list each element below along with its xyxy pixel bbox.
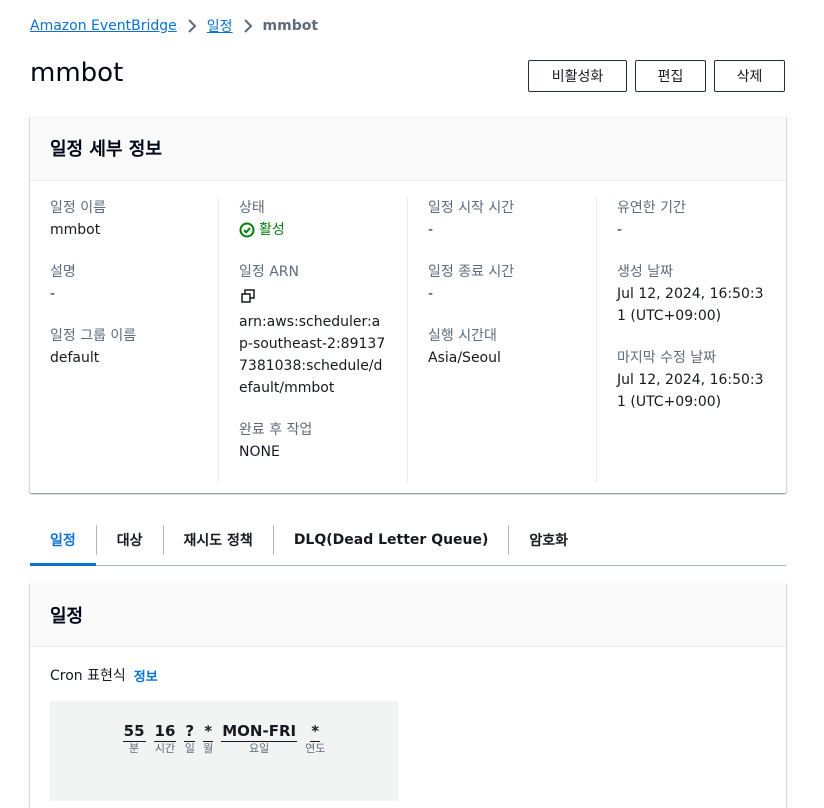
- tab-encryption[interactable]: 암호화: [509, 515, 588, 565]
- cron-day-of-week: MON-FRI 요일: [221, 721, 298, 801]
- cron-unit: 시간: [154, 742, 176, 755]
- breadcrumb-schedules-link[interactable]: 일정: [207, 16, 233, 36]
- cron-unit: 연도: [305, 742, 326, 755]
- cron-value: *: [203, 722, 214, 742]
- flex-window-field: 유연한 기간 -: [617, 197, 766, 241]
- field-label: 상태: [239, 200, 265, 216]
- info-link[interactable]: 정보: [134, 666, 158, 685]
- field-value: Jul 12, 2024, 16:50:31 (UTC+09:00): [617, 372, 764, 410]
- chevron-right-icon: [243, 19, 253, 33]
- timezone-field: 실행 시간대 Asia/Seoul: [428, 325, 576, 369]
- cron-expression-display: 55 분 16 시간 ? 일 * 월 MON-FRI 요일 * 연도: [50, 701, 398, 801]
- field-value: -: [50, 286, 56, 302]
- cron-month: * 월: [203, 721, 213, 801]
- schedule-name-field: 일정 이름 mmbot: [50, 197, 198, 241]
- created-field: 생성 날짜 Jul 12, 2024, 16:50:31 (UTC+09:00): [617, 261, 766, 327]
- field-value: -: [428, 286, 434, 302]
- field-label: 생성 날짜: [617, 264, 673, 280]
- tab-list: 일정 대상 재시도 정책 DLQ(Dead Letter Queue) 암호화: [30, 515, 786, 566]
- cron-label-text: Cron 표현식: [50, 668, 126, 684]
- cron-value: ?: [184, 722, 196, 742]
- breadcrumb-eventbridge-link[interactable]: Amazon EventBridge: [30, 18, 177, 34]
- cron-day-of-month: ? 일: [184, 721, 196, 801]
- schedule-details-panel: 일정 세부 정보 일정 이름 mmbot 설명 - 일정 그룹 이름 defau…: [30, 116, 786, 493]
- cron-year: * 연도: [305, 721, 325, 801]
- panel-header: 일정 세부 정보: [30, 116, 786, 181]
- details-column-4: 유연한 기간 - 생성 날짜 Jul 12, 2024, 16:50:31 (U…: [597, 197, 786, 483]
- after-completion-field: 완료 후 작업 NONE: [239, 419, 387, 463]
- field-label: 설명: [50, 264, 76, 280]
- cron-unit: 분: [129, 742, 140, 755]
- description-field: 설명 -: [50, 261, 198, 305]
- field-label: 마지막 수정 날짜: [617, 350, 717, 366]
- field-label: 유연한 기간: [617, 200, 686, 216]
- arn-field: 일정 ARN arn:aws:scheduler:ap-southeast-2:…: [239, 261, 387, 399]
- field-value: mmbot: [50, 222, 101, 238]
- field-value: -: [428, 222, 434, 238]
- chevron-right-icon: [187, 19, 197, 33]
- edit-button[interactable]: 편집: [635, 60, 706, 92]
- details-column-1: 일정 이름 mmbot 설명 - 일정 그룹 이름 default: [30, 197, 219, 483]
- field-value: default: [50, 350, 100, 366]
- group-field: 일정 그룹 이름 default: [50, 325, 198, 369]
- schedule-body: Cron 표현식 정보 55 분 16 시간 ? 일 * 월 MON-FRI 요…: [30, 647, 786, 808]
- start-time-field: 일정 시작 시간 -: [428, 197, 576, 241]
- field-value: NONE: [239, 444, 280, 460]
- tab-retry-policy[interactable]: 재시도 정책: [164, 515, 273, 565]
- header-actions: 비활성화 편집 삭제: [528, 60, 785, 92]
- check-circle-icon: [239, 222, 255, 238]
- field-label: 일정 시작 시간: [428, 200, 515, 216]
- copy-icon[interactable]: [241, 289, 255, 307]
- cron-unit: 월: [203, 742, 214, 755]
- cron-value: *: [310, 722, 321, 742]
- field-label: 일정 종료 시간: [428, 264, 515, 280]
- field-label: 일정 그룹 이름: [50, 328, 137, 344]
- field-label: 일정 ARN: [239, 264, 299, 280]
- cron-value: 55: [122, 722, 146, 742]
- panel-title: 일정 세부 정보: [50, 139, 162, 160]
- field-label: 완료 후 작업: [239, 422, 313, 438]
- field-value: -: [617, 222, 623, 238]
- field-label: 일정 이름: [50, 200, 106, 216]
- details-column-2: 상태 활성 일정 ARN arn:aws:scheduler:ap-southe…: [219, 197, 408, 483]
- tab-target[interactable]: 대상: [97, 515, 163, 565]
- cron-unit: 일: [184, 742, 195, 755]
- modified-field: 마지막 수정 날짜 Jul 12, 2024, 16:50:31 (UTC+09…: [617, 347, 766, 413]
- panel-title: 일정: [50, 605, 84, 627]
- cron-unit: 요일: [249, 742, 270, 755]
- cron-value: MON-FRI: [221, 722, 298, 742]
- field-label: 실행 시간대: [428, 328, 497, 344]
- breadcrumb-current: mmbot: [262, 18, 319, 34]
- cron-minutes: 55 분: [122, 721, 146, 801]
- deactivate-button[interactable]: 비활성화: [528, 60, 627, 92]
- details-grid: 일정 이름 mmbot 설명 - 일정 그룹 이름 default 상태 활성: [30, 181, 786, 503]
- tab-dlq[interactable]: DLQ(Dead Letter Queue): [274, 515, 509, 565]
- delete-button[interactable]: 삭제: [714, 60, 785, 92]
- page-title: mmbot: [30, 58, 124, 88]
- details-column-3: 일정 시작 시간 - 일정 종료 시간 - 실행 시간대 Asia/Seoul: [408, 197, 597, 483]
- schedule-panel: 일정 Cron 표현식 정보 55 분 16 시간 ? 일 * 월 MON-FR…: [30, 583, 786, 808]
- tab-schedule[interactable]: 일정: [30, 515, 96, 566]
- panel-header: 일정: [30, 583, 786, 647]
- end-time-field: 일정 종료 시간 -: [428, 261, 576, 305]
- status-text: 활성: [259, 222, 285, 238]
- field-value: Asia/Seoul: [428, 350, 501, 366]
- status-badge: 활성: [239, 219, 387, 241]
- field-value: arn:aws:scheduler:ap-southeast-2:8913773…: [239, 314, 386, 396]
- breadcrumb: Amazon EventBridge 일정 mmbot: [30, 16, 318, 36]
- field-value: Jul 12, 2024, 16:50:31 (UTC+09:00): [617, 286, 764, 324]
- cron-expression-label: Cron 표현식 정보: [50, 665, 766, 685]
- cron-hours: 16 시간: [153, 721, 177, 801]
- cron-value: 16: [153, 722, 177, 742]
- status-field: 상태 활성: [239, 197, 387, 241]
